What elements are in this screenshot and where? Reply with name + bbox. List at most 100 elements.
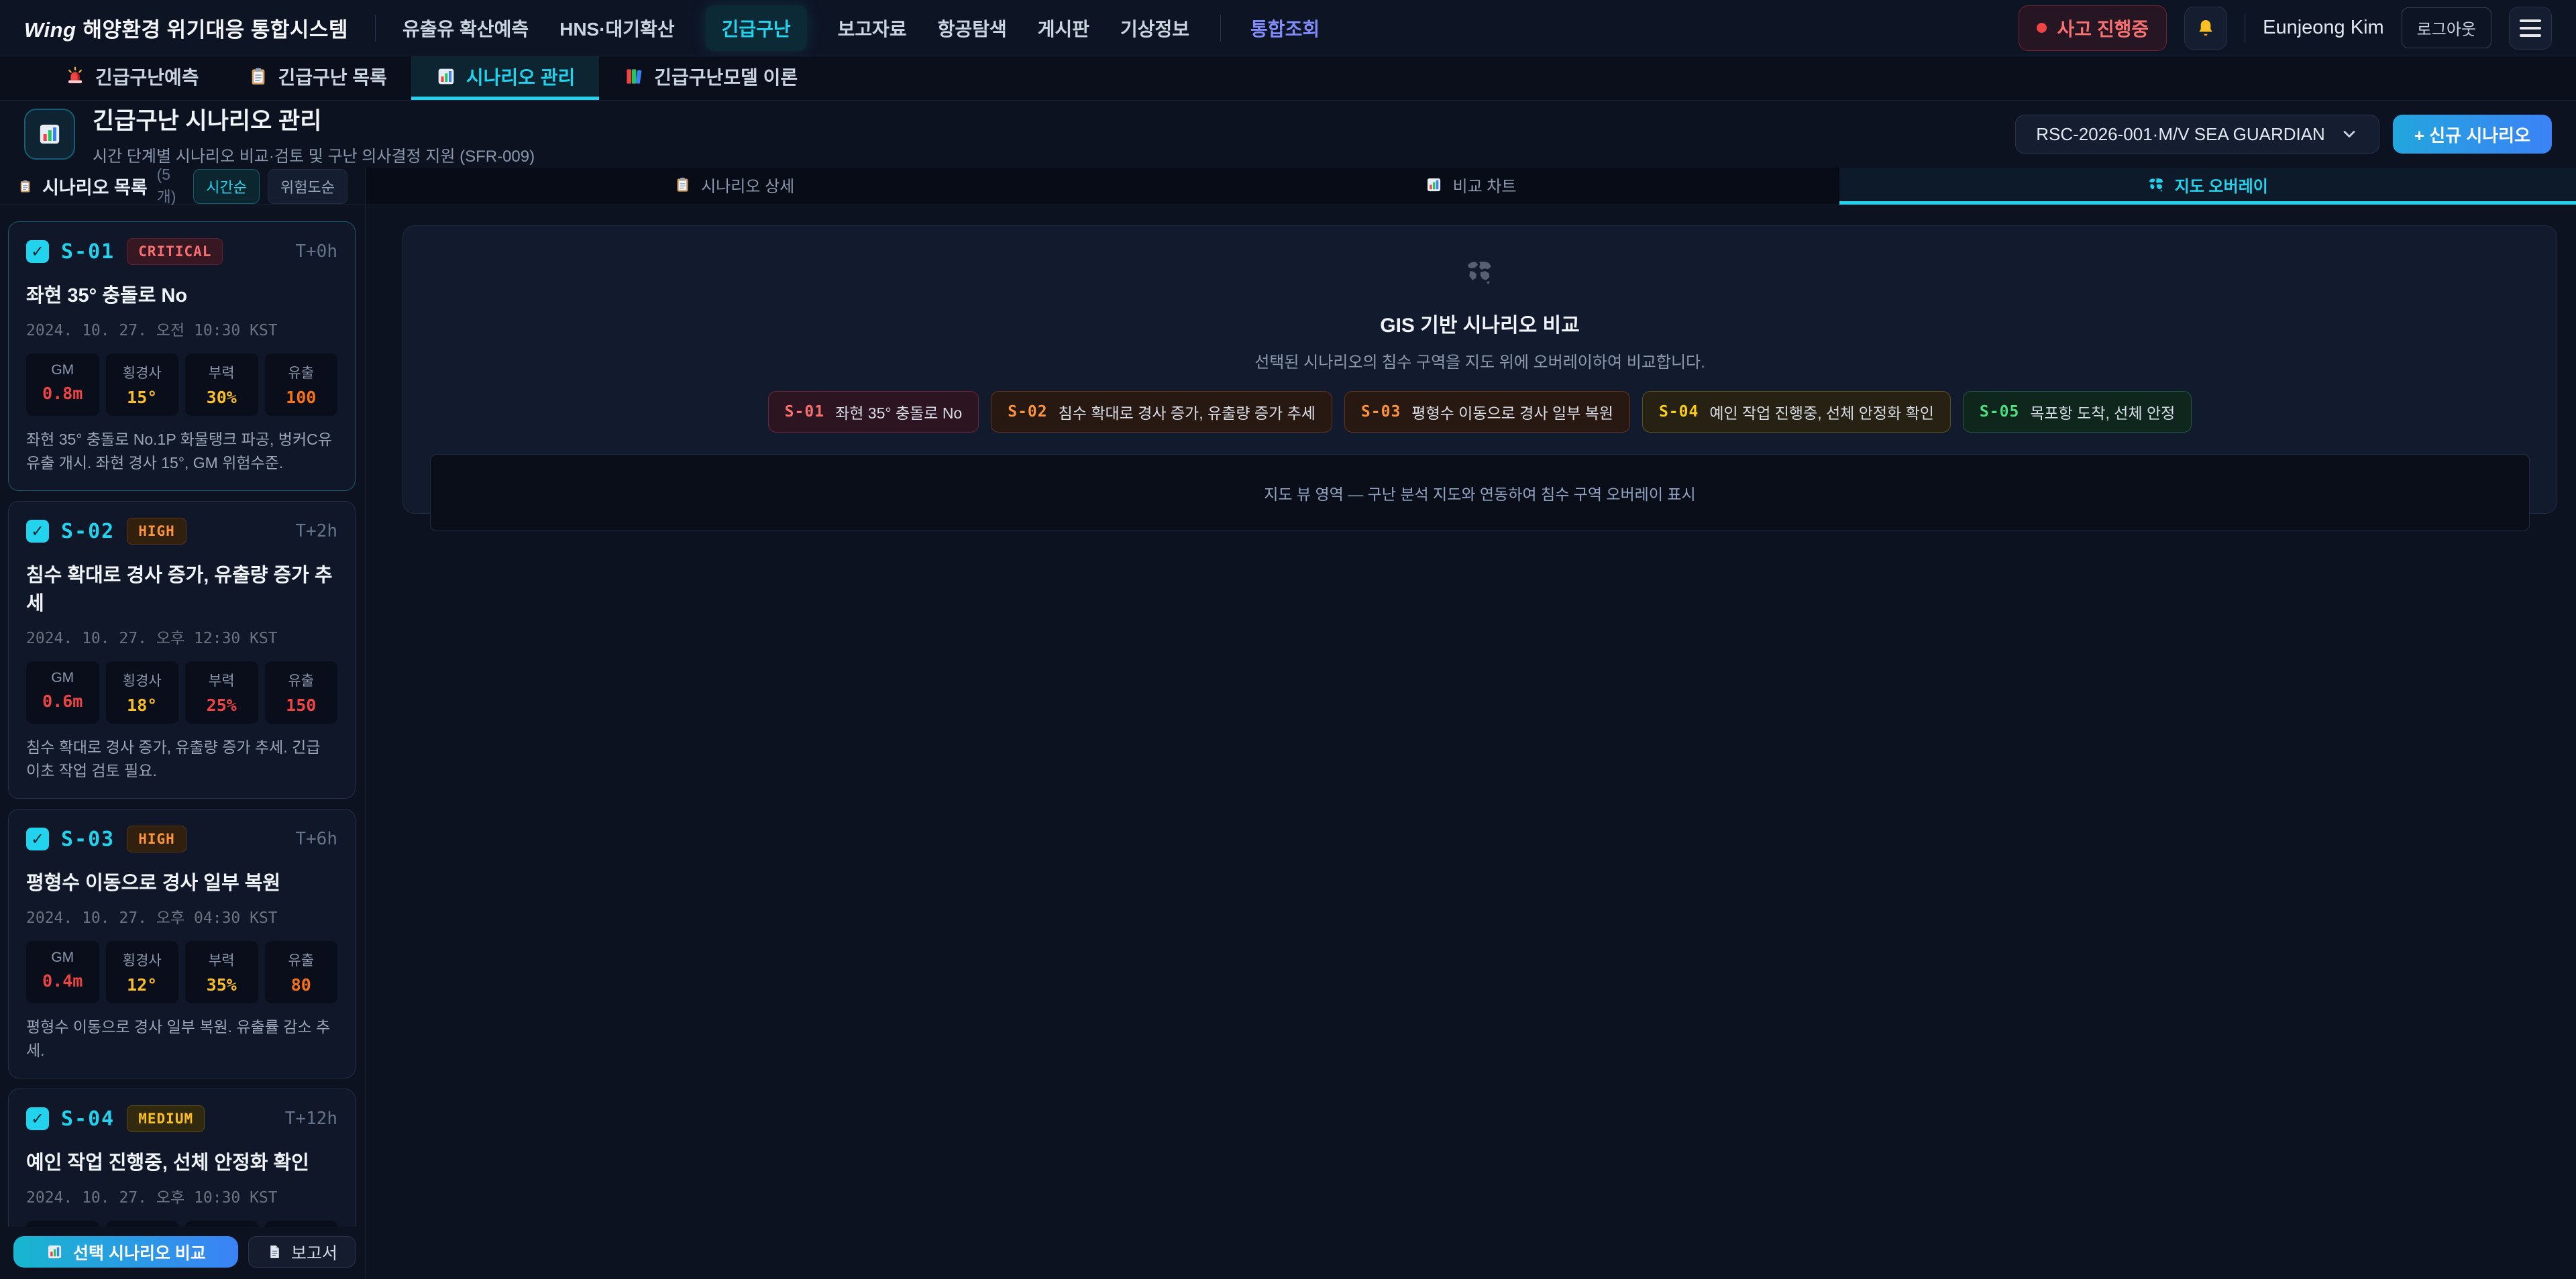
metric-box: GM 0.6m xyxy=(26,1221,99,1227)
subtab-model-theory[interactable]: 긴급구난모델 이론 xyxy=(599,56,822,100)
chip-id: S-04 xyxy=(1659,403,1699,421)
page-title: 긴급구난 시나리오 관리 xyxy=(93,102,535,136)
time-offset: T+2h xyxy=(295,521,337,541)
metric-value: 18° xyxy=(109,696,176,715)
scenario-title: 침수 확대로 경사 증가, 유출량 증가 추세 xyxy=(26,559,337,616)
metric-label: 횡경사 xyxy=(109,362,176,382)
scenario-datetime: 2024. 10. 27. 오전 10:30 KST xyxy=(26,317,337,340)
new-scenario-button[interactable]: + 신규 시나리오 xyxy=(2393,115,2552,154)
metric-label: 유출 xyxy=(268,670,335,690)
scenario-chips: S-01 좌현 35° 충돌로 No S-02 침수 확대로 경사 증가, 유출… xyxy=(403,391,2557,433)
subtab-label: 긴급구난예측 xyxy=(95,63,199,90)
notification-bell-button[interactable] xyxy=(2184,7,2227,50)
metric-value: 0.6m xyxy=(29,691,97,711)
scenario-checkbox[interactable]: ✓ xyxy=(26,240,49,263)
metric-value: 30% xyxy=(188,388,256,407)
nav-menu: 유출유 확산예측 HNS·대기확산 긴급구난 보고자료 항공탐색 게시판 기상정… xyxy=(402,5,1320,51)
nav-item-reports[interactable]: 보고자료 xyxy=(838,15,907,42)
scenario-list-header: 시나리오 목록 (5개) 시간순 위험도순 xyxy=(0,168,365,205)
metric-label: 유출 xyxy=(268,362,335,382)
scenario-description: 좌현 35° 충돌로 No.1P 화물탱크 파공, 벙커C유 유출 개시. 좌현… xyxy=(26,428,337,474)
nav-item-weather[interactable]: 기상정보 xyxy=(1120,15,1189,42)
tab-scenario-detail[interactable]: 시나리오 상세 xyxy=(366,168,1102,205)
topbar-right: 사고 진행중 Eunjeong Kim 로그아웃 xyxy=(2019,5,2552,51)
subtab-scenario-management[interactable]: 시나리오 관리 xyxy=(411,56,599,100)
scenario-card[interactable]: ✓ S-04 MEDIUM T+12h 예인 작업 진행중, 선체 안정화 확인… xyxy=(8,1089,356,1227)
subtab-rescue-list[interactable]: 긴급구난 목록 xyxy=(223,56,411,100)
app-logo-text: 해양환경 위기대응 통합시스템 xyxy=(83,18,348,42)
map-placeholder-text: 지도 뷰 영역 — 구난 분석 지도와 연동하여 침수 구역 오버레이 표시 xyxy=(1264,482,1695,504)
metric-value: 0.8m xyxy=(29,384,97,403)
metric-label: 횡경사 xyxy=(109,950,176,970)
nav-item-integrated-search[interactable]: 통합조회 xyxy=(1220,15,1320,42)
main-view-tabs: 시나리오 상세 비교 차트 지도 오버레이 xyxy=(366,168,2576,205)
scenario-title: 좌현 35° 충돌로 No xyxy=(26,280,337,308)
scenario-chip[interactable]: S-01 좌현 35° 충돌로 No xyxy=(768,391,979,433)
scenario-datetime: 2024. 10. 27. 오후 12:30 KST xyxy=(26,625,337,648)
scenario-chip[interactable]: S-05 목포항 도착, 선체 안정 xyxy=(1963,391,2192,433)
nav-item-hns[interactable]: HNS·대기확산 xyxy=(559,15,674,42)
clipboard-icon xyxy=(248,66,269,87)
severity-badge: CRITICAL xyxy=(127,238,223,265)
books-icon xyxy=(623,66,645,87)
scenario-checkbox[interactable]: ✓ xyxy=(26,828,49,850)
subtab-label: 시나리오 관리 xyxy=(466,63,575,90)
gis-subtitle: 선택된 시나리오의 침수 구역을 지도 위에 오버레이하여 비교합니다. xyxy=(403,349,2557,372)
report-button[interactable]: 보고서 xyxy=(248,1236,356,1268)
scenario-description: 침수 확대로 경사 증가, 유출량 증가 추세. 긴급 이초 작업 검토 필요. xyxy=(26,736,337,782)
scenario-chip[interactable]: S-04 예인 작업 진행중, 선체 안정화 확인 xyxy=(1642,391,1951,433)
clipboard-icon xyxy=(17,177,33,196)
time-offset: T+6h xyxy=(295,829,337,849)
scenario-chip[interactable]: S-03 평형수 이동으로 경사 일부 복원 xyxy=(1344,391,1630,433)
chip-id: S-05 xyxy=(1980,403,2019,421)
severity-badge: HIGH xyxy=(127,826,186,852)
menu-button[interactable] xyxy=(2509,7,2552,50)
incident-status-label: 사고 진행중 xyxy=(2057,15,2149,42)
metric-value: 15° xyxy=(109,388,176,407)
logout-button[interactable]: 로그아웃 xyxy=(2402,7,2491,48)
barchart-icon xyxy=(36,121,63,148)
scenario-checkbox[interactable]: ✓ xyxy=(26,520,49,543)
scenario-datetime: 2024. 10. 27. 오후 10:30 KST xyxy=(26,1184,337,1207)
section-tabs: 긴급구난예측 긴급구난 목록 시나리오 관리 긴급구난모델 이론 xyxy=(0,56,2576,101)
gis-title: GIS 기반 시나리오 비교 xyxy=(403,309,2557,338)
clipboard-icon xyxy=(674,176,692,194)
chip-label: 좌현 35° 충돌로 No xyxy=(835,400,962,423)
scenario-card[interactable]: ✓ S-01 CRITICAL T+0h 좌현 35° 충돌로 No 2024.… xyxy=(8,221,356,491)
tab-label: 비교 차트 xyxy=(1452,173,1516,197)
scenario-card[interactable]: ✓ S-02 HIGH T+2h 침수 확대로 경사 증가, 유출량 증가 추세… xyxy=(8,501,356,799)
subtab-rescue-forecast[interactable]: 긴급구난예측 xyxy=(40,56,223,100)
page-subtitle: 시간 단계별 시나리오 비교·검토 및 구난 의사결정 지원 (SFR-009) xyxy=(93,143,535,166)
scenario-card[interactable]: ✓ S-03 HIGH T+6h 평형수 이동으로 경사 일부 복원 2024.… xyxy=(8,809,356,1078)
scenario-checkbox[interactable]: ✓ xyxy=(26,1107,49,1130)
case-select-value: RSC-2026-001·M/V SEA GUARDIAN xyxy=(2036,124,2325,145)
metric-value: 100 xyxy=(268,388,335,407)
metric-box: GM 0.4m xyxy=(26,941,99,1003)
nav-item-oil-spill[interactable]: 유출유 확산예측 xyxy=(402,15,529,42)
chip-label: 평형수 이동으로 경사 일부 복원 xyxy=(1411,400,1613,423)
scenario-chip[interactable]: S-02 침수 확대로 경사 증가, 유출량 증가 추세 xyxy=(991,391,1332,433)
scenario-card-list: ✓ S-01 CRITICAL T+0h 좌현 35° 충돌로 No 2024.… xyxy=(0,205,365,1227)
case-select[interactable]: RSC-2026-001·M/V SEA GUARDIAN xyxy=(2015,115,2379,154)
page-header: 긴급구난 시나리오 관리 시간 단계별 시나리오 비교·검토 및 구난 의사결정… xyxy=(0,101,2576,168)
tab-map-overlay[interactable]: 지도 오버레이 xyxy=(1839,168,2576,205)
metric-box: 부력 50% xyxy=(185,1221,258,1227)
chip-id: S-02 xyxy=(1008,403,1047,421)
scenario-list-title: 시나리오 목록 xyxy=(42,173,148,199)
metric-value: 35% xyxy=(188,975,256,995)
subtab-label: 긴급구난모델 이론 xyxy=(654,63,798,90)
compare-scenarios-button[interactable]: 선택 시나리오 비교 xyxy=(13,1236,238,1268)
nav-item-aerial-search[interactable]: 항공탐색 xyxy=(938,15,1007,42)
sort-by-time-button[interactable]: 시간순 xyxy=(193,169,260,204)
tab-compare-chart[interactable]: 비교 차트 xyxy=(1102,168,1839,205)
nav-item-rescue[interactable]: 긴급구난 xyxy=(706,5,807,51)
user-name: Eunjeong Kim xyxy=(2263,17,2384,39)
gis-panel: GIS 기반 시나리오 비교 선택된 시나리오의 침수 구역을 지도 위에 오버… xyxy=(402,225,2557,514)
metric-box: 횡경사 15° xyxy=(106,353,179,416)
nav-item-board[interactable]: 게시판 xyxy=(1038,15,1089,42)
chip-id: S-01 xyxy=(785,403,824,421)
metric-box: GM 0.6m xyxy=(26,661,99,724)
sort-by-risk-button[interactable]: 위험도순 xyxy=(268,169,347,204)
chip-label: 목포항 도착, 선체 안정 xyxy=(2030,400,2175,423)
content-area: 시나리오 목록 (5개) 시간순 위험도순 ✓ S-01 CRITICAL T+… xyxy=(0,168,2576,1279)
